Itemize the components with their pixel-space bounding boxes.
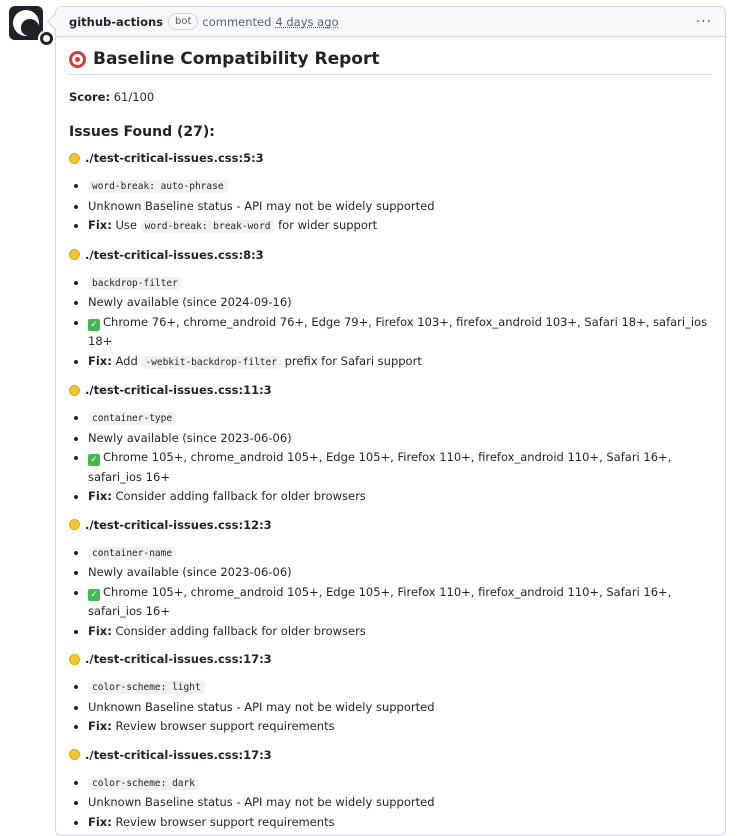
issue-block: ./test-critical-issues.css:17:3 color-sch… <box>69 652 712 737</box>
browser-support-text: Chrome 105+, chrome_android 105+, Edge 1… <box>88 584 672 619</box>
fix-label: Fix: <box>88 719 112 733</box>
report-title-heading: Baseline Compatibility Report <box>69 49 712 75</box>
issue-details: container-type Newly available (since 202… <box>69 408 712 507</box>
check-mark-icon: ✓ <box>88 454 100 466</box>
issue-block: ./test-critical-issues.css:11:3 container… <box>69 383 712 507</box>
issue-fix-item: Fix: Review browser support requirements <box>88 717 712 737</box>
issues-heading: Issues Found (27): <box>69 124 215 140</box>
issue-property-item: word-break: auto-phrase <box>88 176 712 197</box>
check-mark-icon: ✓ <box>88 318 100 331</box>
issue-status-item: Newly available (since 2023-06-06) <box>88 563 712 583</box>
issue-details: word-break: auto-phrase Unknown Baseline … <box>69 176 712 237</box>
fix-text: Review browser support requirements <box>115 814 335 829</box>
yellow-circle-icon <box>69 384 80 396</box>
fix-suffix: prefix for Safari support <box>284 353 422 368</box>
bot-badge: bot <box>168 13 199 30</box>
avatar[interactable] <box>9 6 55 47</box>
issue-location-heading: ./test-critical-issues.css:5:3 <box>69 151 712 165</box>
comment-timestamp[interactable]: 4 days ago <box>275 15 338 29</box>
issue-status-item: Unknown Baseline status - API may not be… <box>88 793 712 813</box>
fix-suffix: for wider support <box>278 218 378 232</box>
issue-block: ./test-critical-issues.css:8:3 backdrop-f… <box>69 248 712 373</box>
comment-header: github-actions bot commented 4 days ago … <box>56 7 725 37</box>
issue-status-item: Newly available (since 2023-06-06) <box>88 429 712 449</box>
fix-label: Fix: <box>88 623 112 638</box>
issue-details: backdrop-filter Newly available (since 20… <box>69 273 712 373</box>
issue-block: ./test-critical-issues.css:5:3 word-break… <box>69 151 712 237</box>
issue-browsers-item: ✓Chrome 105+, chrome_android 105+, Edge … <box>88 448 712 487</box>
property-code: container-name <box>88 546 177 560</box>
property-code: word-break: auto-phrase <box>88 180 228 193</box>
issue-browsers-item: ✓Chrome 105+, chrome_android 105+, Edge … <box>88 583 712 622</box>
issue-details: color-scheme: dark Unknown Baseline statu… <box>69 773 712 833</box>
issue-status-item: Unknown Baseline status - API may not be… <box>88 197 712 217</box>
yellow-circle-icon <box>69 519 80 530</box>
fix-label: Fix: <box>88 814 112 829</box>
kebab-menu-icon[interactable]: ··· <box>696 14 712 30</box>
issue-location: ./test-critical-issues.css:17:3 <box>85 652 272 666</box>
issue-fix-item: Fix: Review browser support requirements <box>88 813 712 833</box>
target-icon <box>69 50 86 68</box>
issue-status-item: Newly available (since 2024-09-16) <box>88 293 712 313</box>
property-code: backdrop-filter <box>88 276 182 290</box>
comment-verb: commented <box>202 14 272 29</box>
property-code: container-type <box>88 412 177 425</box>
issue-property-item: container-name <box>88 543 712 564</box>
fix-prefix: Use <box>115 218 137 232</box>
issue-block: ./test-critical-issues.css:12:3 container… <box>69 518 712 642</box>
github-logo-icon <box>13 10 39 36</box>
fix-label: Fix: <box>88 489 112 503</box>
comment-author[interactable]: github-actions <box>69 15 163 29</box>
yellow-circle-icon <box>69 152 80 164</box>
issue-details: container-name Newly available (since 202… <box>69 543 712 642</box>
issue-fix-item: Fix: Consider adding fallback for older … <box>88 487 712 507</box>
fix-text: Consider adding fallback for older brows… <box>115 623 366 638</box>
issue-browsers-item: ✓Chrome 76+, chrome_android 76+, Edge 79… <box>88 313 712 352</box>
issue-location: ./test-critical-issues.css:8:3 <box>85 247 264 262</box>
yellow-circle-icon <box>69 653 80 665</box>
fix-code: -webkit-backdrop-filter <box>141 355 281 369</box>
issue-property-item: backdrop-filter <box>88 273 712 294</box>
fix-label: Fix: <box>88 218 112 232</box>
browser-support-text: Chrome 76+, chrome_android 76+, Edge 79+… <box>88 314 708 349</box>
issue-details: color-scheme: light Unknown Baseline stat… <box>69 677 712 737</box>
issue-block: ./test-critical-issues.css:17:3 color-sch… <box>69 748 712 833</box>
issue-property-item: container-type <box>88 408 712 429</box>
issue-fix-item: Fix: Consider adding fallback for older … <box>88 622 712 642</box>
issue-location: ./test-critical-issues.css:11:3 <box>85 383 272 397</box>
issue-fix-item: Fix: Add -webkit-backdrop-filter prefix … <box>88 352 712 373</box>
issue-location-heading: ./test-critical-issues.css:8:3 <box>69 248 712 262</box>
issues-list: ./test-critical-issues.css:5:3 word-break… <box>69 151 712 832</box>
issue-location: ./test-critical-issues.css:5:3 <box>85 151 264 165</box>
yellow-circle-icon <box>69 249 80 260</box>
issue-location-heading: ./test-critical-issues.css:11:3 <box>69 383 712 397</box>
yellow-circle-icon <box>69 749 80 760</box>
browser-support-text: Chrome 105+, chrome_android 105+, Edge 1… <box>88 450 672 484</box>
issue-status-item: Unknown Baseline status - API may not be… <box>88 698 712 718</box>
issue-location-heading: ./test-critical-issues.css:17:3 <box>69 748 712 762</box>
check-mark-icon: ✓ <box>88 588 100 601</box>
score-label: Score: <box>69 90 111 104</box>
fix-prefix: Add <box>115 353 138 368</box>
property-code: color-scheme: light <box>88 681 205 694</box>
fix-text: Consider adding fallback for older brows… <box>115 489 366 503</box>
issue-location-heading: ./test-critical-issues.css:12:3 <box>69 518 712 532</box>
issue-fix-item: Fix: Use word-break: break-word for wide… <box>88 216 712 237</box>
fix-text: Review browser support requirements <box>115 719 335 733</box>
issue-location-heading: ./test-critical-issues.css:17:3 <box>69 652 712 666</box>
comment-body: Baseline Compatibility Report Score: 61/… <box>56 37 725 832</box>
score-value: 61/100 <box>113 90 155 104</box>
actions-badge-icon <box>38 30 55 47</box>
fix-label: Fix: <box>88 353 112 368</box>
issue-property-item: color-scheme: dark <box>88 773 712 794</box>
comment-box: github-actions bot commented 4 days ago … <box>55 6 726 836</box>
issue-property-item: color-scheme: light <box>88 677 712 698</box>
property-code: color-scheme: dark <box>88 776 199 790</box>
fix-code: word-break: break-word <box>140 220 275 233</box>
issue-location: ./test-critical-issues.css:17:3 <box>85 747 272 762</box>
score-line: Score: 61/100 <box>69 90 712 104</box>
issue-location: ./test-critical-issues.css:12:3 <box>85 517 272 532</box>
report-title: Baseline Compatibility Report <box>93 49 380 69</box>
